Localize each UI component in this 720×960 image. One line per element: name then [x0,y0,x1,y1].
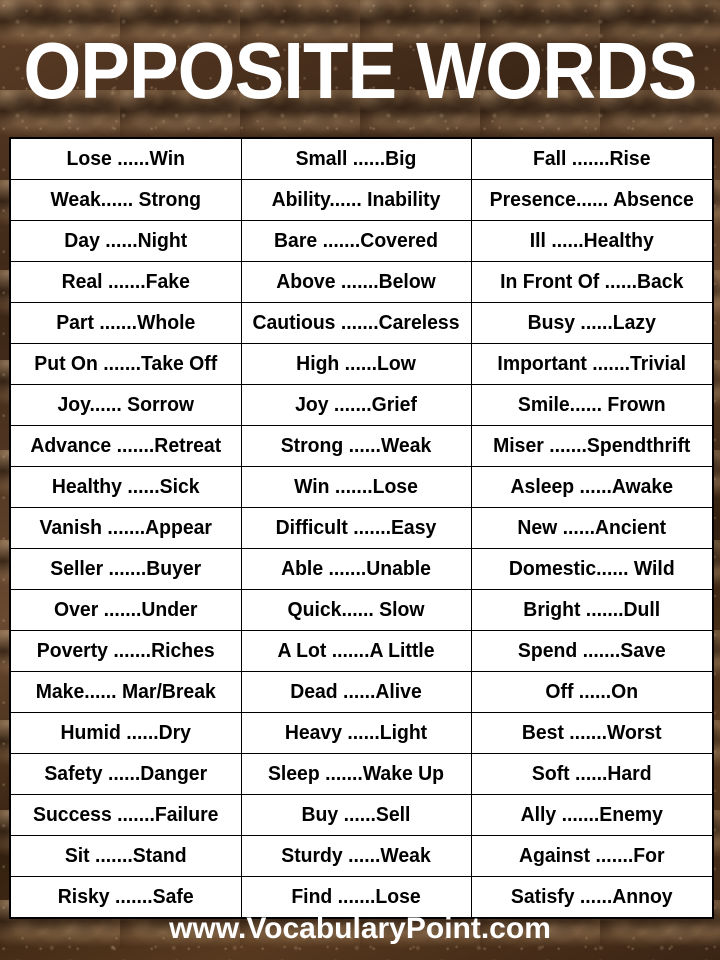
word-pair-cell: Bare .......Covered [243,220,469,262]
word-pair-cell: Difficult .......Easy [243,507,469,549]
word-pair-cell: Advance .......Retreat [12,425,239,467]
word-pair-cell: Domestic...... Wild [474,548,710,590]
word-pair-cell: Miser .......Spendthrift [474,425,710,467]
table-row: Success .......Failure Buy ......Sell Ally… [10,794,713,836]
word-pair-cell: Soft ......Hard [474,753,710,795]
word-pair-cell: Strong ......Weak [243,425,469,467]
word-pair-cell: Heavy ......Light [243,712,469,754]
table-row: Put On .......Take Off High ......Low Impo… [10,343,713,385]
table-row: Part .......Whole Cautious .......Careles… [10,302,713,344]
table-row: Joy...... Sorrow Joy .......Grief Smile...… [10,384,713,426]
word-pair-cell: Spend .......Save [474,630,710,672]
table-row: Safety ......Danger Sleep .......Wake Up S… [10,753,713,795]
word-pair-cell: Real .......Fake [12,261,239,303]
word-pair-cell: Humid ......Dry [12,712,239,754]
table-row: Sit .......Stand Sturdy ......Weak Against… [10,835,713,877]
word-pair-cell: Sturdy ......Weak [243,835,469,877]
word-pair-cell: Safety ......Danger [12,753,239,795]
word-pair-cell: In Front Of ......Back [474,261,710,303]
word-pair-cell: Important .......Trivial [474,343,710,385]
word-pair-cell: Presence...... Absence [474,179,710,221]
word-pair-cell: Healthy ......Sick [12,466,239,508]
word-pair-cell: Off ......On [474,671,710,713]
word-pair-cell: Day ......Night [12,220,239,262]
word-pair-cell: High ......Low [243,343,469,385]
word-pair-cell: Ability...... Inability [243,179,469,221]
word-pair-cell: Make...... Mar/Break [12,671,239,713]
poster-header: OPPOSITE WORDS [0,0,720,137]
word-pair-cell: Asleep ......Awake [474,466,710,508]
table-row: Over .......Under Quick...... Slow Bright … [10,589,713,631]
word-pair-cell: Ill ......Healthy [474,220,710,262]
opposite-words-poster: OPPOSITE WORDS Lose ......Win Small .....… [0,0,720,960]
opposite-words-body: Lose ......Win Small ......Big Fall ......… [10,137,713,919]
word-pair-cell: Weak...... Strong [12,179,239,221]
word-pair-cell: Vanish .......Appear [12,507,239,549]
word-pair-cell: Success .......Failure [12,794,239,836]
table-row: Poverty .......Riches A Lot .......A Litt… [10,630,713,672]
page-title: OPPOSITE WORDS [23,25,697,115]
word-pair-cell: Joy...... Sorrow [12,384,239,426]
table-row: Healthy ......Sick Win .......Lose Asleep … [10,466,713,508]
word-pair-cell: Busy ......Lazy [474,302,710,344]
word-pair-cell: Seller .......Buyer [12,548,239,590]
word-pair-cell: Best .......Worst [474,712,710,754]
word-pair-cell: Bright .......Dull [474,589,710,631]
word-pair-cell: A Lot .......A Little [243,630,469,672]
word-pair-cell: Able .......Unable [243,548,469,590]
word-pair-cell: Sit .......Stand [12,835,239,877]
website-url: www.VocabularyPoint.com [169,911,551,945]
word-pair-cell: Sleep .......Wake Up [243,753,469,795]
word-pair-cell: Buy ......Sell [243,794,469,836]
word-pair-cell: Quick...... Slow [243,589,469,631]
word-pair-cell: Dead ......Alive [243,671,469,713]
word-pair-cell: Over .......Under [12,589,239,631]
word-pair-cell: Cautious .......Careless [243,302,469,344]
table-row: Make...... Mar/Break Dead ......Alive Off … [10,671,713,713]
word-pair-cell: Ally .......Enemy [474,794,710,836]
word-pair-cell: Small ......Big [243,137,469,180]
opposite-words-table: Lose ......Win Small ......Big Fall ......… [9,137,714,919]
table-row: Advance .......Retreat Strong ......Weak M… [10,425,713,467]
word-pair-cell: Fall .......Rise [474,137,710,180]
table-row: Weak...... Strong Ability...... Inability… [10,179,713,221]
word-pair-cell: Joy .......Grief [243,384,469,426]
poster-footer: www.VocabularyPoint.com [0,897,720,960]
table-row: Vanish .......Appear Difficult .......Eas… [10,507,713,549]
word-pair-cell: Against .......For [474,835,710,877]
table-row: Day ......Night Bare .......Covered Ill ..… [10,220,713,262]
table-row: Real .......Fake Above .......Below In Fro… [10,261,713,303]
word-pair-cell: Lose ......Win [12,137,239,180]
word-pair-cell: Poverty .......Riches [12,630,239,672]
word-pair-cell: New ......Ancient [474,507,710,549]
word-pair-cell: Put On .......Take Off [12,343,239,385]
word-pair-cell: Above .......Below [243,261,469,303]
word-pair-cell: Smile...... Frown [474,384,710,426]
word-pair-cell: Part .......Whole [12,302,239,344]
word-pair-cell: Win .......Lose [243,466,469,508]
table-row: Lose ......Win Small ......Big Fall ......… [10,137,713,180]
table-row: Seller .......Buyer Able .......Unable Dom… [10,548,713,590]
table-row: Humid ......Dry Heavy ......Light Best ...… [10,712,713,754]
